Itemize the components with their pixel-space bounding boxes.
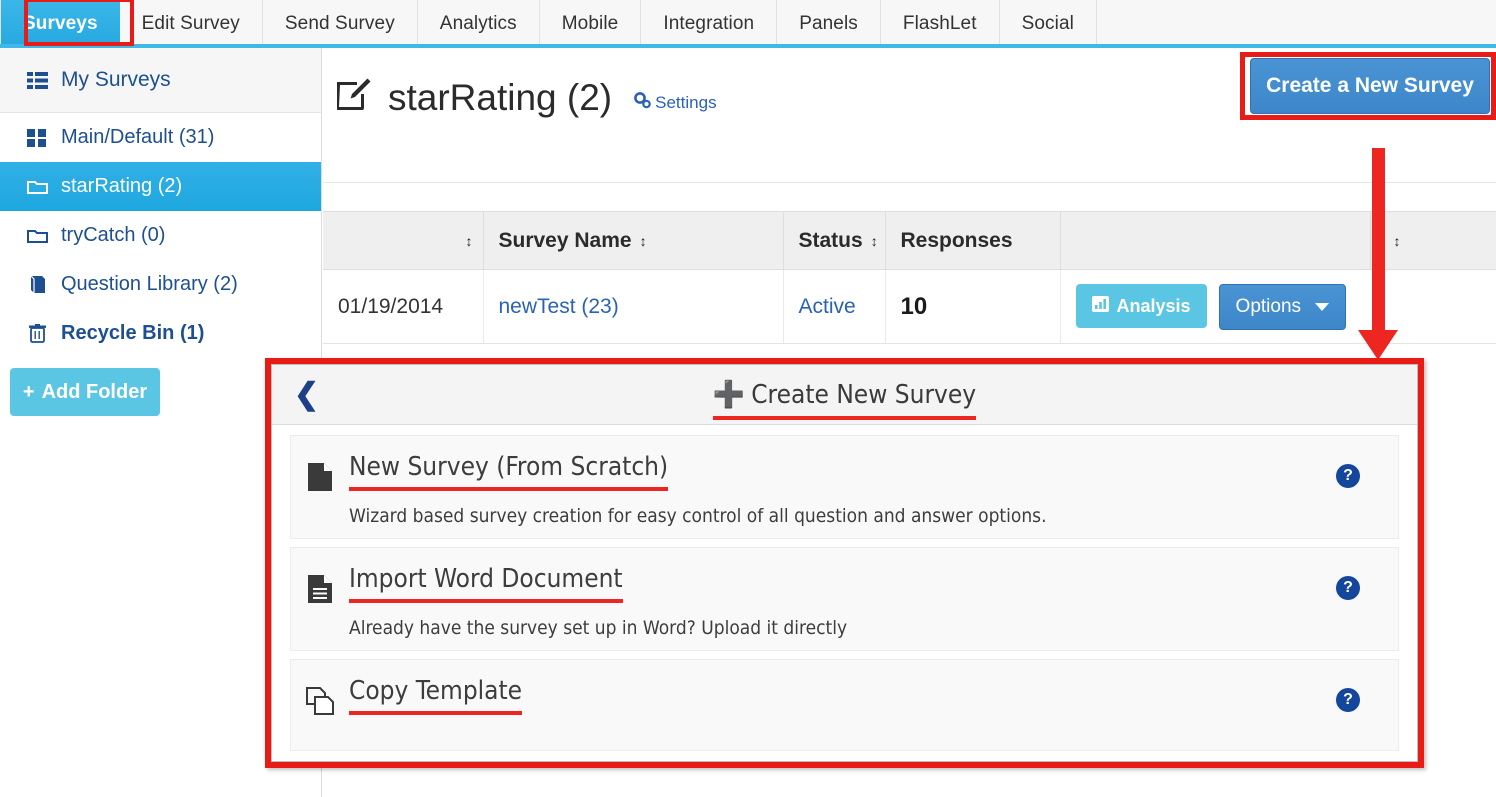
survey-name-link[interactable]: newTest (23) <box>499 295 619 318</box>
sidebar-item-question-library-2[interactable]: Question Library (2) <box>0 260 321 309</box>
modal-title: ➕ Create New Survey <box>272 379 1417 420</box>
chevron-down-icon <box>1315 302 1330 311</box>
table-header-label: Responses <box>900 228 1013 252</box>
analysis-label: Analysis <box>1116 295 1191 316</box>
add-folder-label: Add Folder <box>41 380 148 403</box>
annotation-arrow-shaft <box>1372 148 1385 343</box>
table-header-responses: Responses <box>885 211 1061 270</box>
table-header-status[interactable]: Status ↕ <box>783 211 886 270</box>
analysis-button[interactable]: Analysis <box>1075 284 1207 328</box>
nav-tab-social[interactable]: Social <box>999 0 1097 48</box>
cell-status: Active <box>783 269 886 344</box>
top-navigation-bar: Surveys Edit Survey Send Survey Analytics Mo… <box>0 0 1496 48</box>
table-header-label: Status <box>798 228 863 252</box>
add-folder-button[interactable]: + Add Folder <box>10 368 160 416</box>
options-button[interactable]: Options <box>1218 283 1347 330</box>
modal-title-text: Create New Survey <box>751 379 977 410</box>
sort-icon[interactable]: ↕ <box>640 234 647 248</box>
question-mark-icon[interactable]: ? <box>1336 464 1360 488</box>
nav-tab-analytics[interactable]: Analytics <box>417 0 540 48</box>
plus-icon: + <box>22 380 35 403</box>
modal-header: ❮ ➕ Create New Survey <box>272 365 1417 425</box>
file-lines-icon <box>291 548 349 604</box>
book-icon <box>26 275 48 294</box>
modal-option-copy-template[interactable]: Copy Template? <box>290 659 1399 751</box>
grid-icon <box>26 128 48 147</box>
sidebar-header-label: My Surveys <box>61 68 171 91</box>
table-row: 01/19/2014 newTest (23) Active 10 Analysis Op… <box>323 269 1496 344</box>
modal-option-title: Copy Template <box>349 676 523 715</box>
options-label: Options <box>1235 295 1302 317</box>
nav-tab-panels[interactable]: Panels <box>777 0 881 48</box>
cell-date: 01/19/2014 <box>323 269 484 344</box>
responses-count: 10 <box>900 292 928 320</box>
modal-option-title: Import Word Document <box>349 564 623 603</box>
status-value[interactable]: Active <box>799 295 856 318</box>
create-new-survey-modal: ❮ ➕ Create New Survey New Survey (From Sc… <box>265 358 1424 768</box>
nav-tab-integration[interactable]: Integration <box>641 0 778 48</box>
modal-option-new-survey-from-scratch[interactable]: New Survey (From Scratch) Wizard based su… <box>290 435 1399 539</box>
sidebar-item-trycatch-0[interactable]: tryCatch (0) <box>0 211 321 260</box>
nav-tab-send-survey[interactable]: Send Survey <box>262 0 418 48</box>
sidebar-item-label: Recycle Bin (1) <box>61 322 205 344</box>
settings-link[interactable]: Settings <box>634 92 717 114</box>
trash-icon <box>26 324 48 343</box>
bar-chart-icon <box>1091 295 1109 317</box>
modal-option-description: Already have the survey set up in Word? … <box>349 617 848 639</box>
modal-body: New Survey (From Scratch) Wizard based su… <box>272 425 1417 751</box>
surveys-table: ↕ Survey Name ↕ Status ↕ Responses ↕ 01/19/201… <box>323 211 1496 344</box>
page-title-text: starRating (2) <box>388 77 613 118</box>
sort-icon[interactable]: ↕ <box>466 234 473 248</box>
sidebar-header-my-surveys[interactable]: My Surveys <box>0 48 321 113</box>
cell-survey-name: newTest (23) <box>483 269 784 344</box>
sidebar-item-starrating-2[interactable]: starRating (2) <box>0 162 321 211</box>
file-icon <box>291 436 349 492</box>
table-header-label: Survey Name <box>498 228 632 252</box>
question-mark-icon[interactable]: ? <box>1336 576 1360 600</box>
sidebar-item-label: tryCatch (0) <box>61 224 166 246</box>
copy-icon <box>291 660 349 716</box>
sidebar-item-main-default-31[interactable]: Main/Default (31) <box>0 113 321 162</box>
gears-icon <box>634 92 651 114</box>
modal-option-import-word-document[interactable]: Import Word Document Already have the sur… <box>290 547 1399 651</box>
table-header-survey-name[interactable]: Survey Name ↕ <box>483 211 784 270</box>
table-header-blank-5[interactable]: ↕ <box>1370 211 1496 270</box>
plus-icon: ➕ <box>712 379 746 410</box>
page-title: starRating (2) <box>336 76 613 120</box>
modal-option-description: Wizard based survey creation for easy co… <box>349 505 1047 527</box>
sidebar-item-label: starRating (2) <box>61 175 183 197</box>
nav-tab-mobile[interactable]: Mobile <box>539 0 642 48</box>
settings-label: Settings <box>655 93 717 112</box>
edit-square-icon <box>336 76 372 120</box>
sidebar-item-label: Main/Default (31) <box>61 126 215 148</box>
folder-icon <box>26 227 48 244</box>
sidebar-item-recycle-bin-1[interactable]: Recycle Bin (1) <box>0 309 321 358</box>
modal-option-title: New Survey (From Scratch) <box>349 452 669 491</box>
nav-tab-flashlet[interactable]: FlashLet <box>880 0 1000 48</box>
table-header-blank-4 <box>1060 211 1371 270</box>
sidebar-item-label: Question Library (2) <box>61 273 238 295</box>
page-header: starRating (2) Settings Create a New Sur… <box>323 48 1496 183</box>
annotation-arrow-head <box>1358 330 1398 360</box>
question-mark-icon[interactable]: ? <box>1336 688 1360 712</box>
nav-tab-surveys[interactable]: Surveys <box>0 0 120 48</box>
nav-tab-edit-survey[interactable]: Edit Survey <box>119 0 263 48</box>
table-header-blank-0[interactable]: ↕ <box>323 211 484 270</box>
cell-actions: Analysis Options <box>1060 269 1496 344</box>
sort-icon[interactable]: ↕ <box>871 234 878 248</box>
cell-responses: 10 <box>885 269 1061 344</box>
list-icon <box>26 71 48 89</box>
create-new-survey-button[interactable]: Create a New Survey <box>1250 58 1490 114</box>
folder-icon <box>26 178 48 195</box>
sort-icon[interactable]: ↕ <box>1394 234 1401 248</box>
table-header-row: ↕ Survey Name ↕ Status ↕ Responses ↕ <box>323 211 1496 270</box>
